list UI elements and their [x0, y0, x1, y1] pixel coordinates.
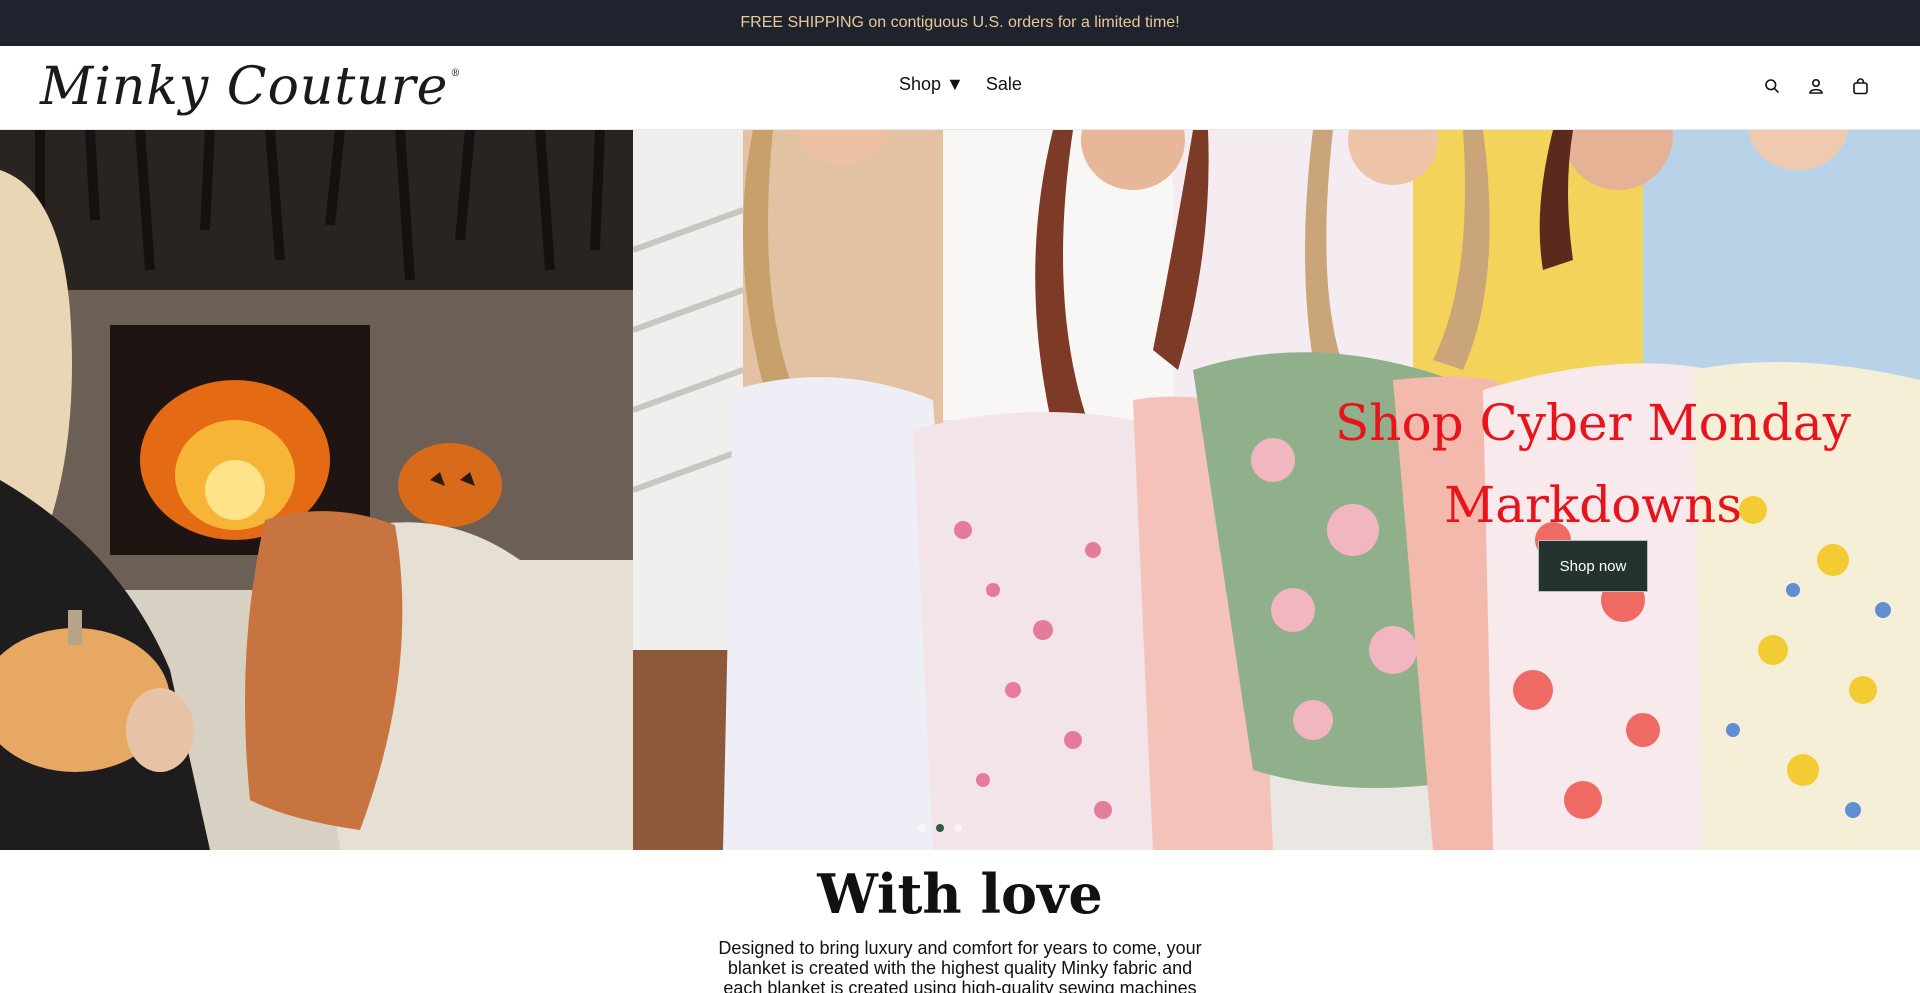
slide-dot[interactable]	[936, 824, 944, 832]
hero-slideshow: Shop Cyber Monday Markdowns Shop now	[0, 130, 1920, 850]
site-header: Minky Couture ® Shop ▼ Sale	[0, 46, 1920, 130]
cart-icon[interactable]	[1850, 76, 1870, 96]
registered-mark: ®	[450, 67, 462, 79]
logo-text: Minky Couture	[40, 57, 449, 117]
hero-left-image	[0, 130, 633, 850]
shop-now-button[interactable]: Shop now	[1538, 540, 1648, 592]
announcement-text: FREE SHIPPING on contiguous U.S. orders …	[740, 14, 1180, 31]
search-icon[interactable]	[1762, 76, 1782, 96]
brand-logo[interactable]: Minky Couture ®	[40, 52, 461, 122]
main-nav: Shop ▼ Sale	[899, 74, 1022, 95]
nav-item-shop[interactable]: Shop ▼	[899, 74, 964, 95]
header-icons	[1762, 76, 1870, 96]
slide-dot[interactable]	[954, 824, 962, 832]
account-icon[interactable]	[1806, 76, 1826, 96]
section-title: With love	[817, 862, 1103, 926]
hero-headline: Shop Cyber Monday Markdowns	[1335, 394, 1851, 534]
section-description: Designed to bring luxury and comfort for…	[718, 938, 1202, 993]
slideshow-pagination	[918, 824, 962, 832]
slide-dot[interactable]	[918, 824, 926, 832]
announcement-bar: FREE SHIPPING on contiguous U.S. orders …	[0, 0, 1920, 46]
nav-item-sale[interactable]: Sale	[986, 74, 1022, 95]
